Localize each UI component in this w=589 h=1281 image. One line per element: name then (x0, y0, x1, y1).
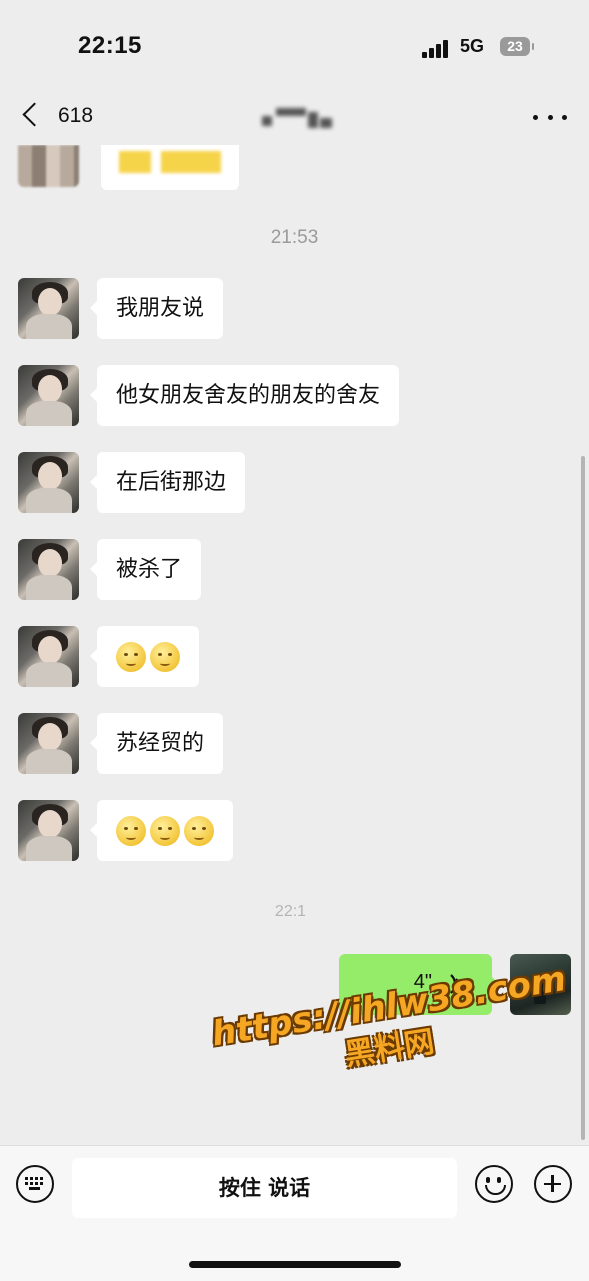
message-bubble[interactable]: 苏经贸的 (89, 713, 224, 774)
more-dots-icon (533, 114, 538, 120)
smile-emoji-icon (150, 641, 180, 672)
my-avatar[interactable] (510, 954, 571, 1015)
more-functions-button[interactable] (534, 1165, 572, 1203)
timestamp: 21:53 (270, 227, 319, 248)
keyboard-icon (25, 1177, 44, 1190)
smile-emoji-icon (150, 815, 180, 846)
chevron-left-icon (22, 102, 47, 127)
status-bar: 22:15 5G 23 (0, 0, 589, 90)
timestamp: 22:1 (274, 903, 307, 920)
cellular-signal-icon (422, 38, 452, 58)
unread-count: 618 (58, 104, 94, 127)
contact-name-blurred (262, 108, 334, 128)
contact-avatar[interactable] (18, 713, 79, 774)
smile-emoji-icon (116, 815, 146, 846)
network-type: 5G (460, 36, 485, 56)
message-bubble[interactable]: 他女朋友舍友的朋友的舍友 (89, 365, 400, 426)
emoji-button[interactable] (475, 1165, 513, 1203)
more-options-button[interactable] (533, 110, 567, 124)
home-indicator[interactable] (189, 1261, 401, 1268)
voice-duration: 4" (413, 971, 432, 993)
message-bubble[interactable]: 在后街那边 (89, 452, 246, 513)
keyboard-toggle-button[interactable] (16, 1165, 54, 1203)
contact-avatar[interactable] (18, 278, 79, 339)
chat-header: 618 (0, 90, 589, 145)
hold-to-talk-button[interactable]: 按住 说话 (72, 1158, 457, 1218)
contact-avatar[interactable] (18, 626, 79, 687)
message-bubble[interactable]: 我朋友说 (89, 278, 224, 339)
contact-avatar[interactable] (18, 452, 79, 513)
message-bubble-blurred (101, 145, 239, 190)
message-bubble-emoji[interactable] (90, 800, 233, 861)
message-bubble[interactable]: 被杀了 (89, 539, 202, 600)
scrollbar[interactable] (581, 456, 585, 1140)
chat-area[interactable]: 21:53 我朋友说 他女朋友舍友的朋友的舍友 在后街那边 被杀了 苏经贸的 2… (0, 145, 589, 1145)
input-bar: 按住 说话 (0, 1145, 589, 1281)
avatar-blurred (18, 145, 79, 187)
contact-avatar[interactable] (18, 539, 79, 600)
message-bubble-emoji[interactable] (90, 626, 199, 687)
voice-wave-icon (450, 974, 463, 994)
battery-icon: 23 (500, 37, 534, 56)
smile-emoji-icon (116, 641, 146, 672)
status-time: 22:15 (78, 32, 142, 59)
contact-avatar[interactable] (18, 365, 79, 426)
smile-emoji-icon (184, 815, 214, 846)
contact-avatar[interactable] (18, 800, 79, 861)
back-button[interactable]: 618 (20, 100, 110, 136)
voice-message-bubble[interactable]: 4" (339, 954, 499, 1015)
